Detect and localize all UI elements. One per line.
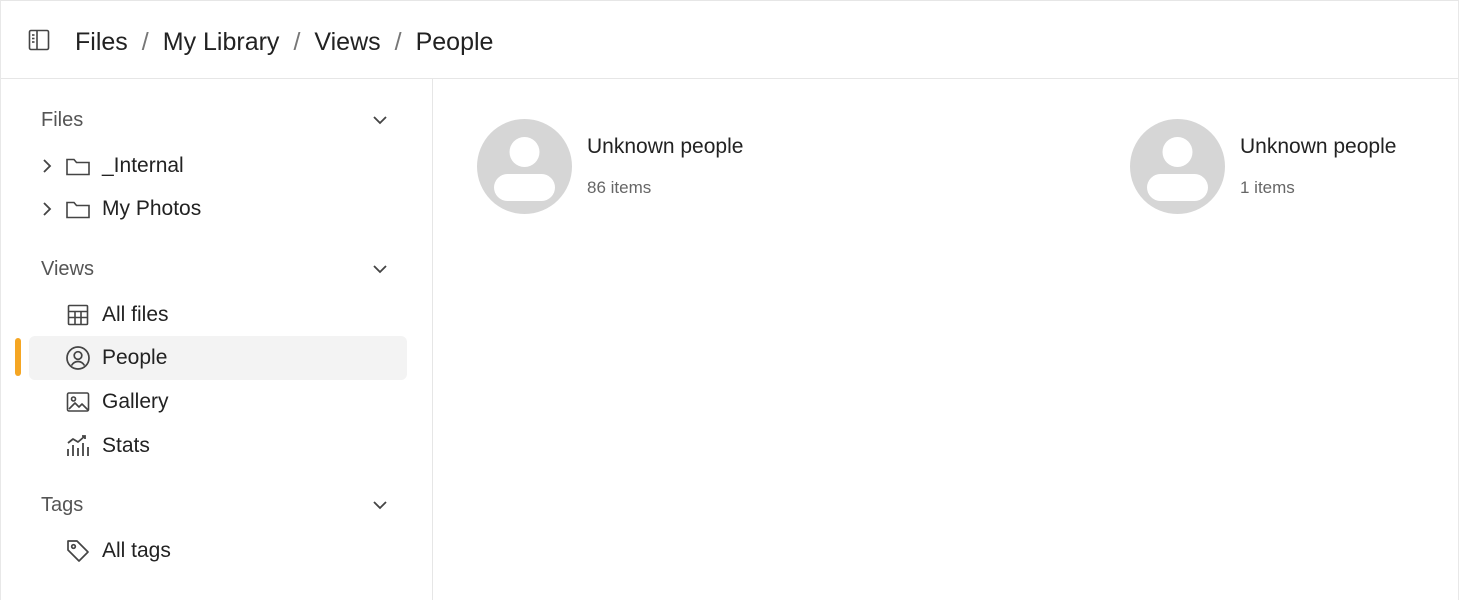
chevron-down-icon[interactable] (369, 494, 391, 516)
folder-icon (65, 152, 91, 180)
breadcrumb-views[interactable]: Views (314, 28, 380, 57)
avatar (1130, 119, 1225, 214)
sidebar-item-my-photos[interactable]: My Photos (29, 187, 407, 231)
section-files-title: Files (41, 108, 84, 131)
section-files-header[interactable]: Files (41, 105, 391, 135)
chart-icon (65, 432, 91, 460)
person-name: Unknown people (587, 135, 744, 158)
sidebar-item-all-tags[interactable]: All tags (29, 529, 407, 573)
person-circle-icon (65, 344, 91, 372)
table-icon (65, 301, 91, 329)
chevron-down-icon[interactable] (369, 258, 391, 280)
section-tags-title: Tags (41, 493, 84, 516)
sidebar-item-label: People (102, 346, 168, 369)
sidebar-item-stats[interactable]: Stats (29, 424, 407, 468)
image-icon (65, 388, 91, 416)
breadcrumb-my-library[interactable]: My Library (163, 28, 280, 57)
breadcrumb-separator: / (293, 27, 301, 56)
person-card[interactable]: Unknown people 1 items (1130, 119, 1460, 215)
chevron-down-icon[interactable] (369, 109, 391, 131)
active-indicator (15, 338, 21, 376)
sidebar: Files _Internal My Photos Views All file… (1, 79, 433, 600)
sidebar-item-label: All tags (102, 539, 171, 562)
top-bar: Files / My Library / Views / People (1, 1, 1458, 79)
sidebar-item-label: _Internal (102, 154, 184, 177)
people-grid: Unknown people 86 items Unknown people 1… (434, 79, 1458, 600)
breadcrumb: Files / My Library / Views / People (75, 25, 493, 59)
sidebar-item-label: Stats (102, 434, 150, 457)
tag-icon (65, 537, 91, 565)
sidebar-item-label: Gallery (102, 390, 169, 413)
sidebar-item-gallery[interactable]: Gallery (29, 380, 407, 424)
sidebar-item-all-files[interactable]: All files (29, 293, 407, 337)
person-name: Unknown people (1240, 135, 1397, 158)
breadcrumb-people[interactable]: People (416, 28, 494, 57)
app-window: Files / My Library / Views / People File… (0, 0, 1459, 600)
chevron-right-icon[interactable] (39, 156, 55, 176)
section-views-header[interactable]: Views (41, 254, 391, 284)
sidebar-item-label: All files (102, 303, 169, 326)
sidebar-item-internal[interactable]: _Internal (29, 144, 407, 188)
person-item-count: 1 items (1240, 178, 1295, 197)
chevron-right-icon[interactable] (39, 199, 55, 219)
folder-icon (65, 195, 91, 223)
person-card[interactable]: Unknown people 86 items (477, 119, 807, 215)
breadcrumb-files[interactable]: Files (75, 28, 128, 57)
sidebar-item-people[interactable]: People (29, 336, 407, 380)
section-tags-header[interactable]: Tags (41, 490, 391, 520)
section-views-title: Views (41, 257, 94, 280)
avatar (477, 119, 572, 214)
breadcrumb-separator: / (141, 27, 149, 56)
sidebar-toggle-icon[interactable] (27, 28, 51, 52)
sidebar-item-label: My Photos (102, 197, 202, 220)
person-item-count: 86 items (587, 178, 652, 197)
breadcrumb-separator: / (394, 27, 402, 56)
